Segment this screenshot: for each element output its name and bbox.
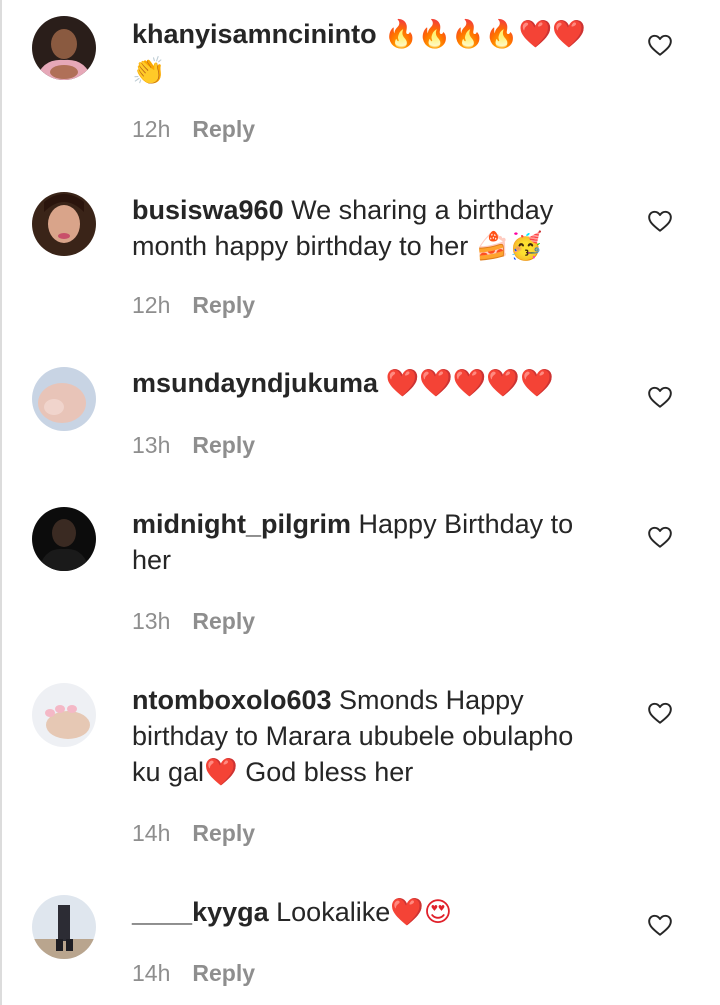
comment-time: 13h <box>132 432 171 458</box>
comment-meta: 13h Reply <box>132 431 255 459</box>
reply-button[interactable]: Reply <box>192 292 255 318</box>
avatar[interactable] <box>32 367 96 431</box>
heart-outline-icon[interactable] <box>647 524 673 550</box>
avatar[interactable] <box>32 192 96 256</box>
comment-meta: 14h Reply <box>132 959 255 987</box>
avatar[interactable] <box>32 16 96 80</box>
heart-outline-icon[interactable] <box>647 912 673 938</box>
comment-meta: 14h Reply <box>132 819 255 847</box>
comment-time: 12h <box>132 116 171 142</box>
comment-text: ____kyyga Lookalike❤️😍 <box>132 894 602 931</box>
comment-emojis: 🍰🥳 <box>475 231 543 262</box>
comment-username[interactable]: midnight_pilgrim <box>132 509 351 539</box>
comment-time: 12h <box>132 292 171 318</box>
avatar[interactable] <box>32 507 96 571</box>
comment-text: khanyisamncininto 🔥🔥🔥🔥❤️❤️ 👏 <box>132 16 602 90</box>
comment-meta: 12h Reply <box>132 291 255 319</box>
comment-time: 14h <box>132 960 171 986</box>
comment-emojis: ❤️ <box>204 757 238 788</box>
comment-username[interactable]: msundayndjukuma <box>132 368 378 398</box>
reply-button[interactable]: Reply <box>192 820 255 846</box>
comment-text: midnight_pilgrim Happy Birthday to her <box>132 506 602 578</box>
comment-emojis: ❤️😍 <box>390 897 452 928</box>
comment-meta: 12h Reply <box>132 115 255 143</box>
comment-text: busiswa960 We sharing a birthday month h… <box>132 192 602 265</box>
avatar[interactable] <box>32 683 96 747</box>
comment-username[interactable]: ntomboxolo603 <box>132 685 332 715</box>
comment-text: ntomboxolo603 Smonds Happy birthday to M… <box>132 682 602 791</box>
comment-username[interactable]: ____kyyga <box>132 897 269 927</box>
reply-button[interactable]: Reply <box>192 960 255 986</box>
reply-button[interactable]: Reply <box>192 608 255 634</box>
comment-time: 13h <box>132 608 171 634</box>
comment-username[interactable]: khanyisamncininto <box>132 19 377 49</box>
reply-button[interactable]: Reply <box>192 432 255 458</box>
comment-emojis: ❤️❤️❤️❤️❤️ <box>385 368 554 399</box>
comment-body-end: God bless her <box>245 757 414 787</box>
heart-outline-icon[interactable] <box>647 700 673 726</box>
comment-time: 14h <box>132 820 171 846</box>
comment-meta: 13h Reply <box>132 607 255 635</box>
reply-button[interactable]: Reply <box>192 116 255 142</box>
comment-username[interactable]: busiswa960 <box>132 195 284 225</box>
heart-outline-icon[interactable] <box>647 384 673 410</box>
heart-outline-icon[interactable] <box>647 32 673 58</box>
comment-body: Lookalike <box>276 897 391 927</box>
avatar[interactable] <box>32 895 96 959</box>
heart-outline-icon[interactable] <box>647 208 673 234</box>
comment-text: msundayndjukuma ❤️❤️❤️❤️❤️ <box>132 365 602 402</box>
left-border <box>0 0 2 1005</box>
